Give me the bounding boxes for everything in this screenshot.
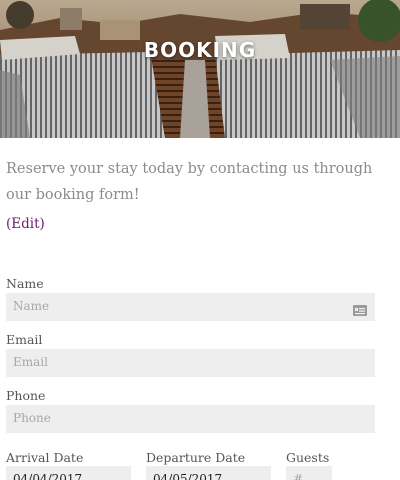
phone-field[interactable]: Phone — [6, 405, 375, 433]
name-label: Name — [6, 276, 44, 291]
email-label: Email — [6, 332, 43, 347]
departure-date-label: Departure Date — [146, 450, 246, 465]
calendar-icon[interactable] — [114, 474, 125, 480]
hero-banner: BOOKING — [0, 0, 400, 138]
page-title: BOOKING — [143, 38, 257, 62]
email-placeholder: Email — [13, 355, 48, 369]
guests-field[interactable]: # — [286, 466, 332, 480]
departure-date-value: 04/05/2017 — [153, 472, 223, 480]
intro-text: Reserve your stay today by contacting us… — [6, 161, 373, 203]
contact-card-icon — [353, 301, 367, 320]
phone-label: Phone — [6, 388, 46, 403]
arrival-date-value: 04/04/2017 — [13, 472, 83, 480]
arrival-date-field[interactable]: 04/04/2017 — [6, 466, 131, 480]
phone-placeholder: Phone — [13, 411, 51, 425]
name-field[interactable]: Name — [6, 293, 375, 321]
guests-label: Guests — [286, 450, 330, 465]
calendar-icon[interactable] — [254, 474, 265, 480]
name-placeholder: Name — [13, 299, 50, 313]
email-field[interactable]: Email — [6, 349, 375, 377]
departure-date-field[interactable]: 04/05/2017 — [146, 466, 271, 480]
hero-image — [0, 0, 400, 138]
arrival-date-label: Arrival Date — [6, 450, 84, 465]
edit-link[interactable]: (Edit) — [6, 216, 45, 232]
booking-page: BOOKING Reserve your stay today by conta… — [0, 0, 400, 480]
guests-placeholder: # — [293, 472, 304, 480]
